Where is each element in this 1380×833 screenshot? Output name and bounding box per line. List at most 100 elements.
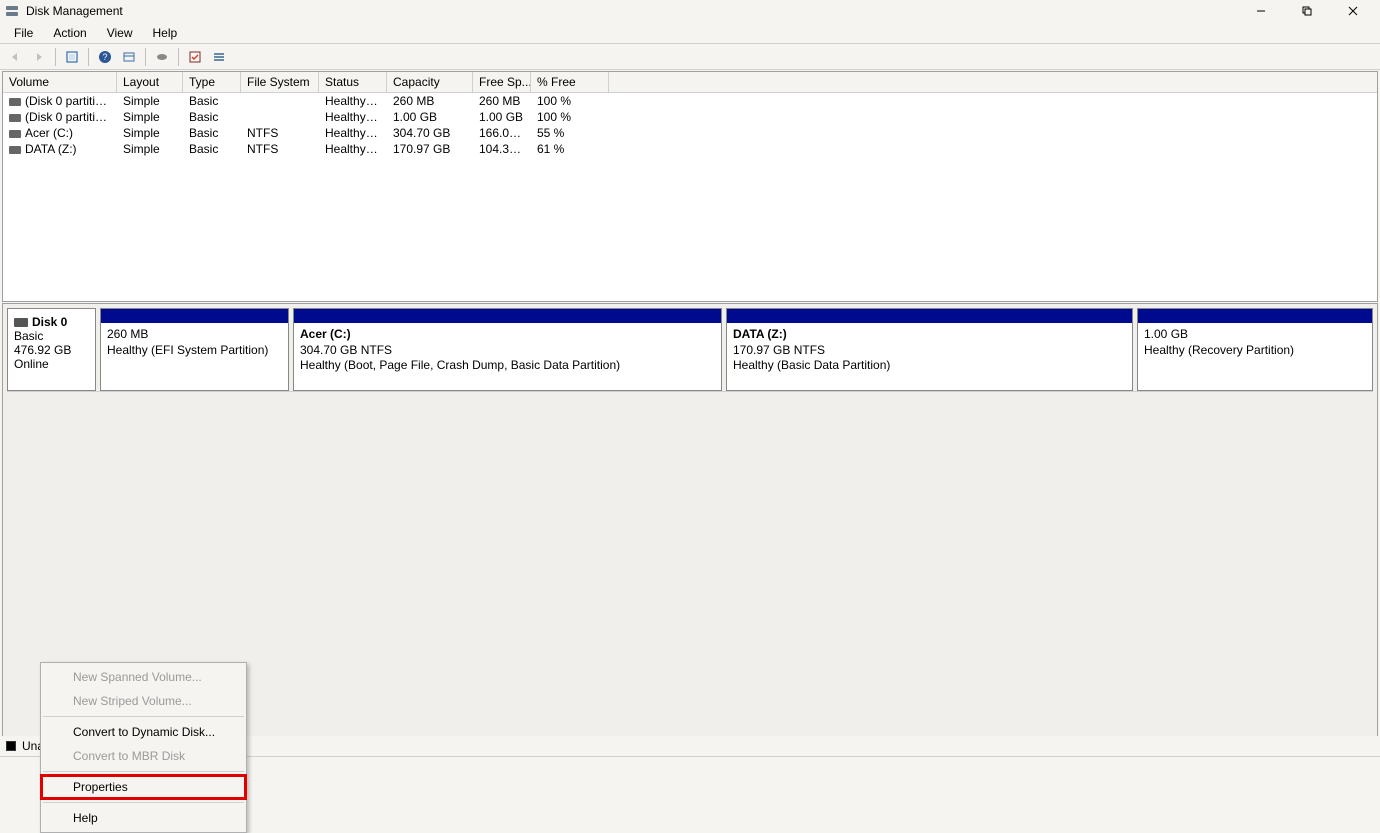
titlebar: Disk Management	[0, 0, 1380, 22]
volume-cell: Acer (C:)	[3, 126, 117, 140]
volume-cell: NTFS	[241, 142, 319, 156]
partition-desc: Healthy (EFI System Partition)	[107, 343, 282, 359]
volume-cell: Healthy (B...	[319, 126, 387, 140]
volume-cell: Basic	[183, 126, 241, 140]
refresh-button[interactable]	[61, 46, 83, 68]
volume-cell: 1.00 GB	[473, 110, 531, 124]
menu-view[interactable]: View	[97, 24, 143, 42]
context-menu: New Spanned Volume... New Striped Volume…	[40, 662, 247, 833]
rescan-button[interactable]	[184, 46, 206, 68]
partition-size: 1.00 GB	[1144, 327, 1366, 343]
col-pctfree[interactable]: % Free	[531, 72, 609, 92]
partition-desc: Healthy (Basic Data Partition)	[733, 358, 1126, 374]
app-icon	[4, 3, 20, 19]
volume-row[interactable]: (Disk 0 partition 1)SimpleBasic Healthy (…	[3, 93, 1377, 109]
col-capacity[interactable]: Capacity	[387, 72, 473, 92]
volume-list-header: Volume Layout Type File System Status Ca…	[3, 72, 1377, 93]
volume-cell: Healthy (B...	[319, 142, 387, 156]
action-button[interactable]	[151, 46, 173, 68]
partition[interactable]: 1.00 GBHealthy (Recovery Partition)	[1137, 308, 1373, 391]
close-button[interactable]	[1330, 0, 1376, 22]
partition[interactable]: Acer (C:)304.70 GB NTFSHealthy (Boot, Pa…	[293, 308, 722, 391]
maximize-button[interactable]	[1284, 0, 1330, 22]
partition[interactable]: 260 MBHealthy (EFI System Partition)	[100, 308, 289, 391]
disk-type: Basic	[14, 329, 89, 343]
col-layout[interactable]: Layout	[117, 72, 183, 92]
volume-cell: DATA (Z:)	[3, 142, 117, 156]
partition-desc: Healthy (Recovery Partition)	[1144, 343, 1366, 359]
col-filesystem[interactable]: File System	[241, 72, 319, 92]
col-type[interactable]: Type	[183, 72, 241, 92]
partition-stripe	[294, 309, 721, 323]
volume-cell: (Disk 0 partition 1)	[3, 94, 117, 108]
ctx-new-spanned: New Spanned Volume...	[41, 665, 246, 689]
partition-body: 1.00 GBHealthy (Recovery Partition)	[1138, 323, 1372, 390]
volume-row[interactable]: Acer (C:)SimpleBasicNTFSHealthy (B...304…	[3, 125, 1377, 141]
volume-cell: Simple	[117, 94, 183, 108]
partition-stripe	[727, 309, 1132, 323]
volume-cell: NTFS	[241, 126, 319, 140]
volume-cell: Simple	[117, 142, 183, 156]
volume-cell: 100 %	[531, 110, 609, 124]
disk-label[interactable]: Disk 0 Basic 476.92 GB Online	[7, 308, 96, 391]
volume-list-body[interactable]: (Disk 0 partition 1)SimpleBasicHealthy (…	[3, 93, 1377, 301]
back-button[interactable]	[4, 46, 26, 68]
list-button[interactable]	[208, 46, 230, 68]
minimize-button[interactable]	[1238, 0, 1284, 22]
ctx-new-striped: New Striped Volume...	[41, 689, 246, 713]
volume-list-pane: Volume Layout Type File System Status Ca…	[2, 71, 1378, 302]
volume-cell: Simple	[117, 110, 183, 124]
volume-row[interactable]: DATA (Z:)SimpleBasicNTFSHealthy (B...170…	[3, 141, 1377, 157]
volume-cell: 55 %	[531, 126, 609, 140]
volume-cell: Simple	[117, 126, 183, 140]
ctx-help[interactable]: Help	[41, 806, 246, 830]
partition[interactable]: DATA (Z:)170.97 GB NTFSHealthy (Basic Da…	[726, 308, 1133, 391]
partition-stripe	[1138, 309, 1372, 323]
window-buttons	[1238, 0, 1376, 22]
col-freespace[interactable]: Free Sp...	[473, 72, 531, 92]
menu-file[interactable]: File	[4, 24, 43, 42]
disk-status: Online	[14, 357, 89, 371]
menu-help[interactable]: Help	[143, 24, 188, 42]
partition-body: Acer (C:)304.70 GB NTFSHealthy (Boot, Pa…	[294, 323, 721, 390]
help-button[interactable]: ?	[94, 46, 116, 68]
svg-text:?: ?	[102, 52, 107, 62]
volume-cell: 1.00 GB	[387, 110, 473, 124]
volume-cell: Healthy (E...	[319, 94, 387, 108]
volume-cell: 260 MB	[473, 94, 531, 108]
volume-cell: Healthy (R...	[319, 110, 387, 124]
disk-name: Disk 0	[32, 315, 67, 329]
volume-cell: Basic	[183, 142, 241, 156]
partition-stripe	[101, 309, 288, 323]
settings-button[interactable]	[118, 46, 140, 68]
volume-cell: Basic	[183, 110, 241, 124]
col-status[interactable]: Status	[319, 72, 387, 92]
window-title: Disk Management	[26, 4, 123, 18]
partition-body: 260 MBHealthy (EFI System Partition)	[101, 323, 288, 390]
disk-row: Disk 0 Basic 476.92 GB Online 260 MBHeal…	[7, 308, 1373, 392]
ctx-convert-mbr: Convert to MBR Disk	[41, 744, 246, 768]
volume-cell: Basic	[183, 94, 241, 108]
partition-size: 260 MB	[107, 327, 282, 343]
volume-row[interactable]: (Disk 0 partition 5)SimpleBasic Healthy (…	[3, 109, 1377, 125]
menu-action[interactable]: Action	[43, 24, 96, 42]
volume-cell: 260 MB	[387, 94, 473, 108]
graphical-pane: Disk 0 Basic 476.92 GB Online 260 MBHeal…	[2, 303, 1378, 739]
volume-cell: 304.70 GB	[387, 126, 473, 140]
col-volume[interactable]: Volume	[3, 72, 117, 92]
swatch-unallocated	[6, 741, 16, 751]
forward-button[interactable]	[28, 46, 50, 68]
volume-cell: 170.97 GB	[387, 142, 473, 156]
volume-cell: (Disk 0 partition 5)	[3, 110, 117, 124]
volume-cell: 166.08 GB	[473, 126, 531, 140]
partition-name: Acer (C:)	[300, 327, 715, 343]
partition-desc: Healthy (Boot, Page File, Crash Dump, Ba…	[300, 358, 715, 374]
menubar: File Action View Help	[0, 22, 1380, 44]
ctx-properties[interactable]: Properties	[41, 775, 246, 799]
partitions-container: 260 MBHealthy (EFI System Partition)Acer…	[100, 308, 1373, 391]
disk-icon	[14, 318, 28, 327]
volume-cell: 100 %	[531, 94, 609, 108]
disk-size: 476.92 GB	[14, 343, 89, 357]
ctx-convert-dynamic[interactable]: Convert to Dynamic Disk...	[41, 720, 246, 744]
partition-name: DATA (Z:)	[733, 327, 1126, 343]
